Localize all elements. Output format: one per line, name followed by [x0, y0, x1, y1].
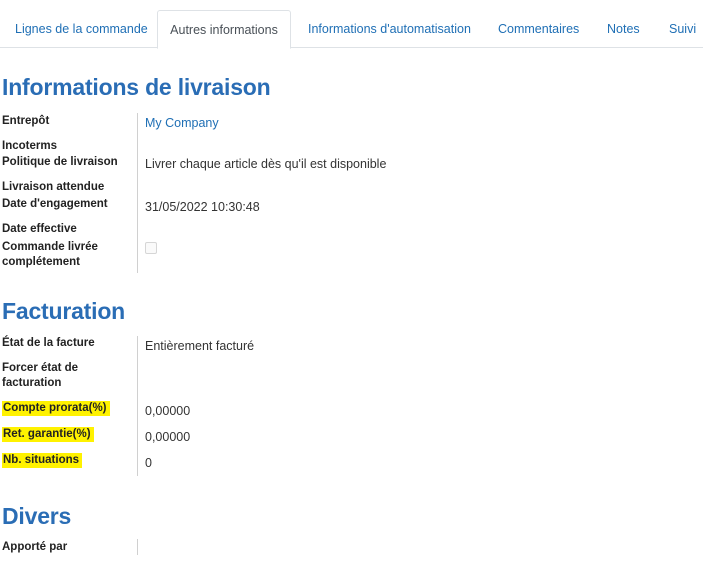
section-title-delivery: Informations de livraison [2, 74, 271, 100]
retention-value[interactable]: 0,00000 [145, 430, 190, 445]
tab-comments[interactable]: Commentaires [498, 10, 579, 48]
expected-delivery-label: Livraison attendue [2, 181, 105, 193]
field-separator [137, 336, 138, 476]
notebook-tabs: Lignes de la commande Autres information… [0, 0, 703, 49]
source-label: Apporté par [2, 541, 68, 553]
situations-value[interactable]: 0 [145, 456, 152, 471]
delivery-policy-label: Politique de livraison [2, 156, 118, 168]
tab-notes[interactable]: Notes [607, 10, 640, 48]
warehouse-link[interactable]: My Company [145, 116, 219, 131]
situations-label: Nb. situations [2, 453, 83, 468]
tab-order-lines[interactable]: Lignes de la commande [15, 10, 148, 48]
prorata-value[interactable]: 0,00000 [145, 404, 190, 419]
invoice-status-label: État de la facture [2, 337, 95, 349]
section-title-billing: Facturation [2, 298, 126, 324]
section-title-misc: Divers [2, 503, 72, 529]
invoice-status-value: Entièrement facturé [145, 339, 255, 353]
field-separator [137, 539, 138, 555]
fully-delivered-checkbox[interactable] [145, 242, 157, 254]
incoterms-label: Incoterms [2, 140, 57, 152]
force-invoice-status-label: Forcer état de facturation [2, 362, 79, 389]
commitment-date-label: Date d'engagement [2, 198, 108, 210]
retention-label: Ret. garantie(%) [2, 427, 94, 442]
commitment-date-value[interactable]: 31/05/2022 10:30:48 [145, 200, 260, 215]
field-separator [137, 113, 138, 273]
tab-automation-info[interactable]: Informations d'automatisation [308, 10, 471, 48]
tab-other-info[interactable]: Autres informations [157, 10, 291, 49]
tab-tracking[interactable]: Suivi [669, 10, 696, 48]
prorata-label: Compte prorata(%) [2, 401, 110, 416]
delivery-policy-value[interactable]: Livrer chaque article dès qu'il est disp… [145, 157, 386, 172]
warehouse-label: Entrepôt [2, 115, 50, 127]
fully-delivered-label: Commande livrée complétement [2, 241, 98, 268]
effective-date-label: Date effective [2, 223, 77, 235]
